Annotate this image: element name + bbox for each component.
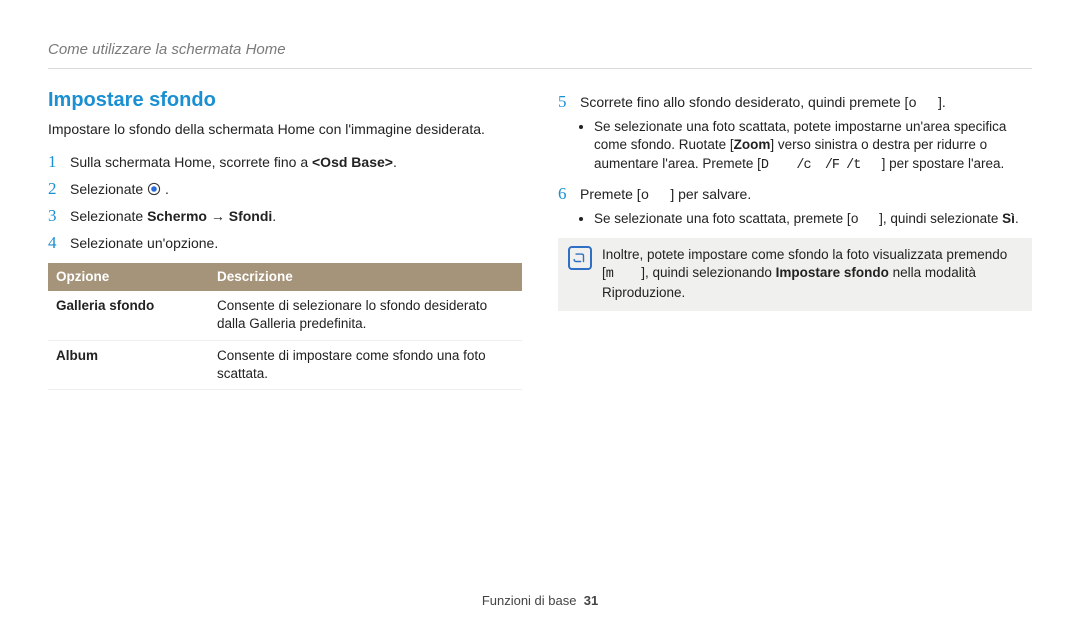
step-text: Selezionate . (70, 180, 522, 199)
sub-list: Se selezionate una foto scattata, potete… (580, 118, 1032, 175)
step-text: Selezionate Schermo → Sfondi. (70, 207, 522, 226)
option-name: Album (48, 340, 209, 389)
table-row: Galleria sfondoConsente di selezionare l… (48, 291, 522, 340)
intro-text: Impostare lo sfondo della schermata Home… (48, 120, 522, 139)
option-description: Consente di selezionare lo sfondo deside… (209, 291, 522, 340)
gear-icon (147, 182, 161, 196)
step-text: Sulla schermata Home, scorrete fino a <O… (70, 153, 522, 172)
step-number: 3 (48, 205, 70, 228)
note-box: Inoltre, potete impostare come sfondo la… (558, 238, 1032, 311)
page-footer: Funzioni di base 31 (0, 592, 1080, 610)
options-table: Opzione Descrizione Galleria sfondoConse… (48, 263, 522, 390)
footer-label: Funzioni di base (482, 593, 577, 608)
step: 6Premete [o ] per salvare. (558, 183, 1032, 206)
note-text: Inoltre, potete impostare come sfondo la… (602, 246, 1022, 303)
step-number: 2 (48, 178, 70, 201)
page-number: 31 (584, 593, 598, 608)
step-text: Premete [o ] per salvare. (580, 185, 1032, 206)
sub-list: Se selezionate una foto scattata, premet… (580, 210, 1032, 230)
step: 2Selezionate . (48, 178, 522, 201)
step: 4Selezionate un'opzione. (48, 232, 522, 255)
option-name: Galleria sfondo (48, 291, 209, 340)
step: 3Selezionate Schermo → Sfondi. (48, 205, 522, 228)
step: 1Sulla schermata Home, scorrete fino a <… (48, 151, 522, 174)
option-description: Consente di impostare come sfondo una fo… (209, 340, 522, 389)
right-column: 5Scorrete fino allo sfondo desiderato, q… (558, 87, 1032, 390)
table-row: AlbumConsente di impostare come sfondo u… (48, 340, 522, 389)
step-number: 1 (48, 151, 70, 174)
section-title: Impostare sfondo (48, 87, 522, 114)
step-number: 6 (558, 183, 580, 206)
th-description: Descrizione (209, 263, 522, 291)
breadcrumb: Come utilizzare la schermata Home (48, 40, 1032, 60)
step-text: Scorrete fino allo sfondo desiderato, qu… (580, 93, 1032, 114)
th-option: Opzione (48, 263, 209, 291)
step: 5Scorrete fino allo sfondo desiderato, q… (558, 91, 1032, 114)
step-text: Selezionate un'opzione. (70, 234, 522, 253)
sub-list-item: Se selezionate una foto scattata, premet… (594, 210, 1032, 230)
content-columns: Impostare sfondo Impostare lo sfondo del… (48, 87, 1032, 390)
step-number: 4 (48, 232, 70, 255)
sub-list-item: Se selezionate una foto scattata, potete… (594, 118, 1032, 175)
note-icon (568, 246, 592, 270)
left-column: Impostare sfondo Impostare lo sfondo del… (48, 87, 522, 390)
step-number: 5 (558, 91, 580, 114)
divider (48, 68, 1032, 69)
